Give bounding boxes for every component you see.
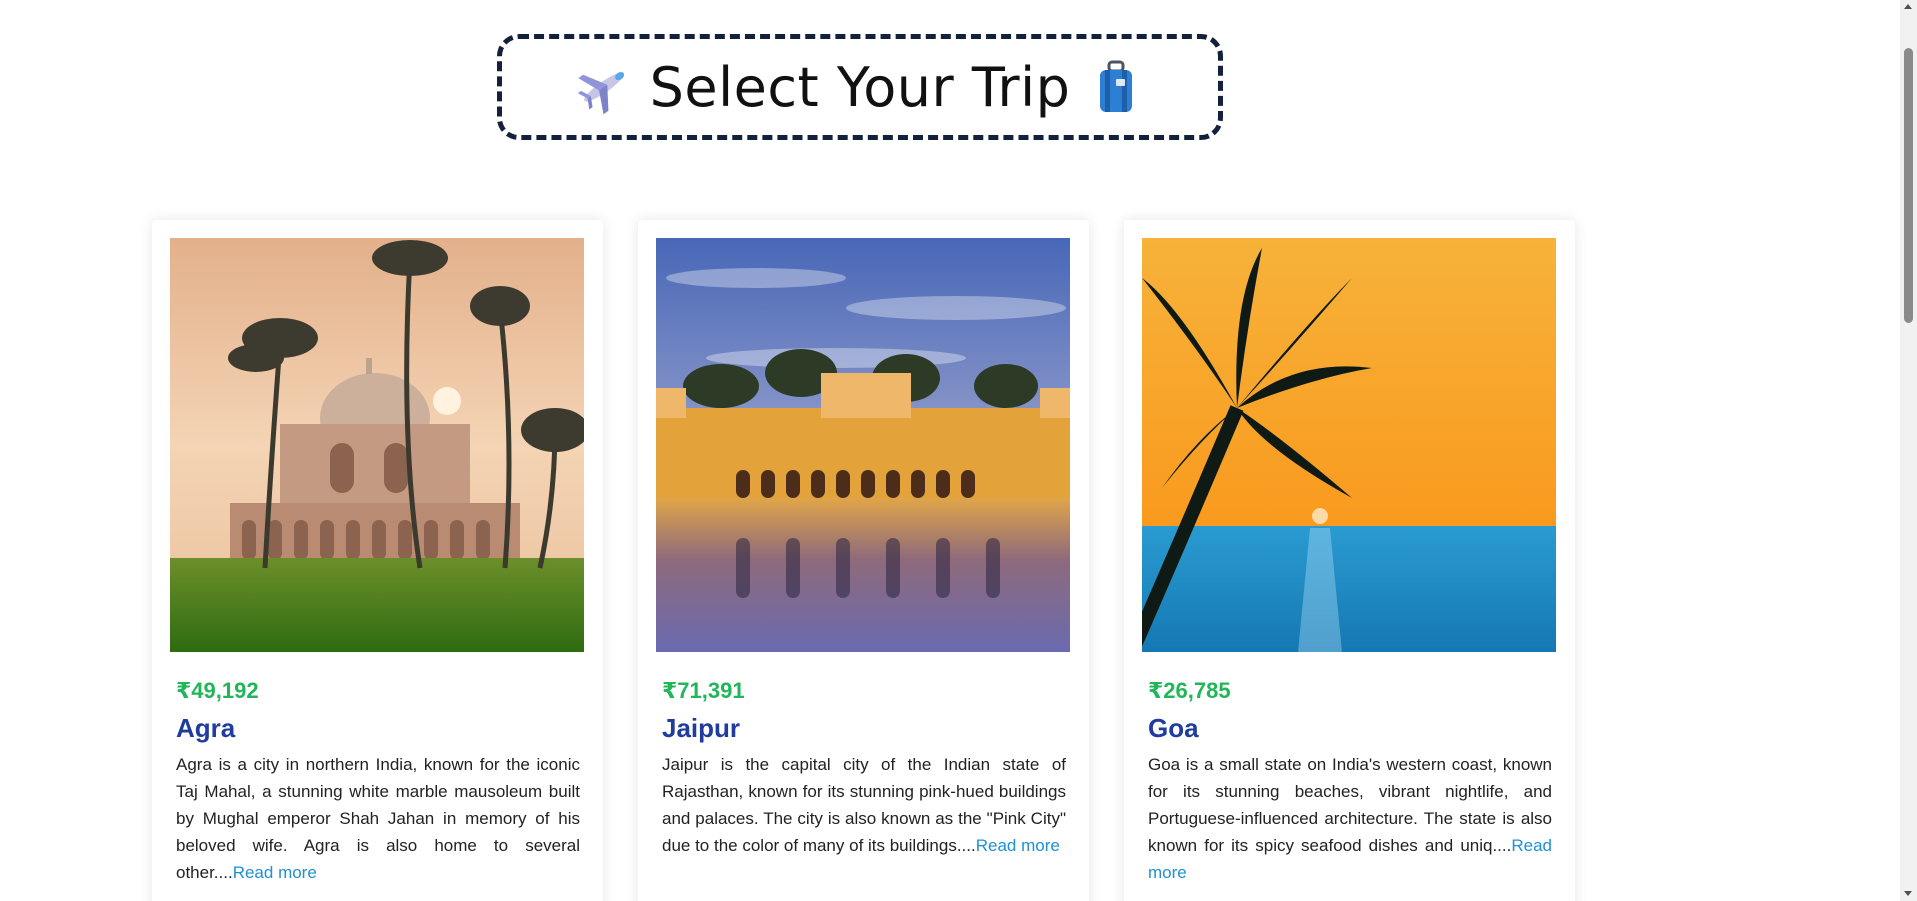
page-title: Select Your Trip: [649, 55, 1071, 119]
trip-city: Goa: [1148, 713, 1199, 743]
read-more-link[interactable]: Read more: [233, 863, 317, 882]
scrollbar-thumb[interactable]: [1904, 48, 1913, 323]
trip-price: ₹26,785: [1148, 678, 1231, 703]
trip-price: ₹49,192: [176, 678, 259, 703]
read-more-link[interactable]: Read more: [976, 836, 1060, 855]
vertical-scrollbar[interactable]: [1900, 0, 1917, 901]
trip-description: Goa is a small state on India's western …: [1148, 751, 1552, 886]
trip-description: Jaipur is the capital city of the Indian…: [662, 751, 1066, 859]
scroll-up-arrow-icon[interactable]: [1904, 4, 1912, 9]
luggage-icon: [1088, 59, 1144, 115]
trip-card-goa[interactable]: ₹26,785 Goa Goa is a small state on Indi…: [1124, 220, 1575, 901]
trip-price: ₹71,391: [662, 678, 745, 703]
goa-palm-sunset-image: [1142, 238, 1556, 652]
trip-description: Agra is a city in northern India, known …: [176, 751, 580, 886]
trip-city: Jaipur: [662, 713, 741, 743]
trip-description-text: Goa is a small state on India's western …: [1148, 755, 1552, 855]
title-box: Select Your Trip: [497, 34, 1223, 140]
trip-card-jaipur[interactable]: ₹71,391 Jaipur Jaipur is the capital cit…: [638, 220, 1089, 901]
agra-monument-palms-image: [170, 238, 584, 652]
trip-page: Select Your Trip ₹49,192 Agra Agra is a …: [0, 0, 1917, 901]
jaipur-water-palace-image: [656, 238, 1070, 652]
scroll-down-arrow-icon[interactable]: [1904, 891, 1912, 896]
airplane-icon: [576, 59, 632, 115]
trip-card-agra[interactable]: ₹49,192 Agra Agra is a city in northern …: [152, 220, 603, 901]
trip-city: Agra: [176, 713, 236, 743]
